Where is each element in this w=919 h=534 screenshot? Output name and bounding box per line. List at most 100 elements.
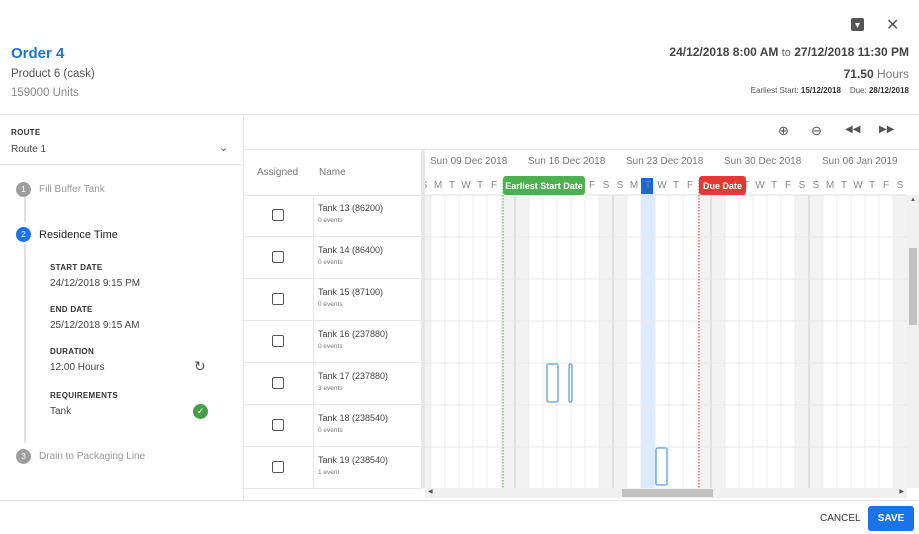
weekend-column <box>795 195 809 488</box>
cancel-button[interactable]: CANCEL <box>820 513 861 524</box>
day-letter: W <box>657 180 667 191</box>
step-number: 3 <box>16 449 31 464</box>
range-to: to <box>781 47 791 59</box>
earliest-label: Earliest Start: <box>750 86 799 95</box>
day-letter: M <box>434 180 442 191</box>
divider <box>0 114 919 115</box>
event-bar[interactable] <box>568 363 573 403</box>
horizontal-scrollbar[interactable]: ◀ ▶ <box>425 488 907 498</box>
weekend-column <box>425 195 431 488</box>
day-letter: T <box>645 180 651 191</box>
range-end: 27/12/2018 11:30 PM <box>794 45 909 59</box>
day-letter: S <box>603 180 610 191</box>
assigned-checkbox[interactable] <box>272 209 284 221</box>
table-row: Tank 17 (237880) 3 events <box>244 363 423 405</box>
date-range: 24/12/2018 8:00 AM to 27/12/2018 11:30 P… <box>669 45 909 59</box>
zoom-in-icon[interactable]: ⊕ <box>778 123 789 139</box>
day-letter: S <box>617 180 624 191</box>
fast-forward-icon[interactable]: ▶▶ <box>879 124 894 135</box>
day-letter: M <box>630 180 638 191</box>
column-header-name[interactable]: Name <box>319 167 346 178</box>
chevron-down-icon: ⌄ <box>219 142 229 154</box>
event-bar[interactable] <box>655 447 668 486</box>
units: 159000 Units <box>11 87 79 99</box>
day-letter: W <box>755 180 765 191</box>
product-name: Product 6 (cask) <box>11 68 95 80</box>
step-connector <box>24 197 26 222</box>
event-count: 1 event <box>318 469 340 476</box>
route-label: ROUTE <box>11 128 41 137</box>
step-drain-to-packaging-line[interactable]: 3 Drain to Packaging Line <box>16 449 145 464</box>
table-row: Tank 19 (238540) 1 event <box>244 447 423 489</box>
column-header-assigned[interactable]: Assigned <box>257 167 298 178</box>
table-row: Tank 15 (87100) 0 events <box>244 279 423 321</box>
start-date-label: START DATE <box>50 263 103 272</box>
gantt-grid: SMTWTFSSMTWTFSSMTWTFSSMTWTFSSMTWTFSSun 0… <box>425 156 907 488</box>
earliest-start-label: Earliest Start Date <box>505 181 583 191</box>
scrollbar-thumb[interactable] <box>909 248 917 325</box>
tank-name: Tank 18 (238540) <box>318 413 389 423</box>
reset-icon[interactable]: ↻ <box>194 358 206 375</box>
zoom-out-icon[interactable]: ⊖ <box>811 123 822 139</box>
route-select[interactable]: Route 1 ⌄ <box>0 140 243 164</box>
archive-icon[interactable] <box>851 18 864 31</box>
day-letter: F <box>491 180 497 191</box>
event-count: 0 events <box>318 259 343 266</box>
end-date-value: 25/12/2018 9:15 AM <box>50 320 140 331</box>
step-name: Drain to Packaging Line <box>39 451 146 462</box>
assigned-checkbox[interactable] <box>272 251 284 263</box>
save-button[interactable]: SAVE <box>868 506 914 531</box>
week-label: Sun 09 Dec 2018 <box>430 156 508 167</box>
route-value: Route 1 <box>11 144 47 155</box>
tank-name: Tank 17 (237880) <box>318 371 389 381</box>
day-letter: F <box>883 180 889 191</box>
rewind-icon[interactable]: ◀◀ <box>845 124 860 135</box>
order-title: Order 4 <box>11 45 65 62</box>
step-fill-buffer-tank[interactable]: 1 Fill Buffer Tank <box>16 182 105 197</box>
day-letter: S <box>799 180 806 191</box>
assigned-checkbox[interactable] <box>272 419 284 431</box>
day-letter: W <box>853 180 863 191</box>
day-letter: T <box>869 180 875 191</box>
assigned-checkbox[interactable] <box>272 293 284 305</box>
day-letter: W <box>461 180 471 191</box>
earliest-value: 15/12/2018 <box>800 86 841 95</box>
due-label: Due: <box>849 86 867 95</box>
table-row: Tank 14 (86400) 0 events <box>244 237 423 279</box>
event-count: 0 events <box>318 343 343 350</box>
table-row: Tank 18 (238540) 0 events <box>244 405 423 447</box>
assigned-checkbox[interactable] <box>272 335 284 347</box>
day-letter: F <box>687 180 693 191</box>
weekend-column <box>893 195 907 488</box>
day-letter: T <box>771 180 777 191</box>
event-count: 0 events <box>318 217 343 224</box>
day-letter: S <box>425 180 428 191</box>
due-date-label: Due Date <box>703 181 742 191</box>
event-bar[interactable] <box>546 363 559 403</box>
step-name: Residence Time <box>39 228 118 241</box>
tank-name: Tank 13 (86200) <box>318 203 384 213</box>
step-name: Fill Buffer Tank <box>39 184 105 195</box>
requirements-label: REQUIREMENTS <box>50 391 119 400</box>
vertical-scrollbar[interactable]: ▲ <box>907 195 919 488</box>
day-letter: T <box>841 180 847 191</box>
step-number: 1 <box>16 182 31 197</box>
weekend-column <box>711 195 725 488</box>
week-label: Sun 16 Dec 2018 <box>528 156 606 167</box>
step-connector <box>24 243 26 443</box>
close-icon[interactable]: ✕ <box>886 15 899 35</box>
tank-name: Tank 14 (86400) <box>318 245 384 255</box>
weekend-column <box>613 195 627 488</box>
tank-name: Tank 15 (87100) <box>318 287 384 297</box>
assigned-checkbox[interactable] <box>272 377 284 389</box>
day-letter: S <box>897 180 904 191</box>
range-start: 24/12/2018 8:00 AM <box>669 45 779 59</box>
weekend-column <box>809 195 823 488</box>
day-letter: F <box>785 180 791 191</box>
gantt-timeline[interactable]: SMTWTFSSMTWTFSSMTWTFSSMTWTFSSMTWTFSSun 0… <box>425 150 907 488</box>
assigned-checkbox[interactable] <box>272 461 284 473</box>
step-number: 2 <box>16 227 31 242</box>
scrollbar-thumb[interactable] <box>622 489 713 497</box>
step-residence-time[interactable]: 2 Residence Time <box>16 227 118 242</box>
hours-unit: Hours <box>876 67 909 81</box>
